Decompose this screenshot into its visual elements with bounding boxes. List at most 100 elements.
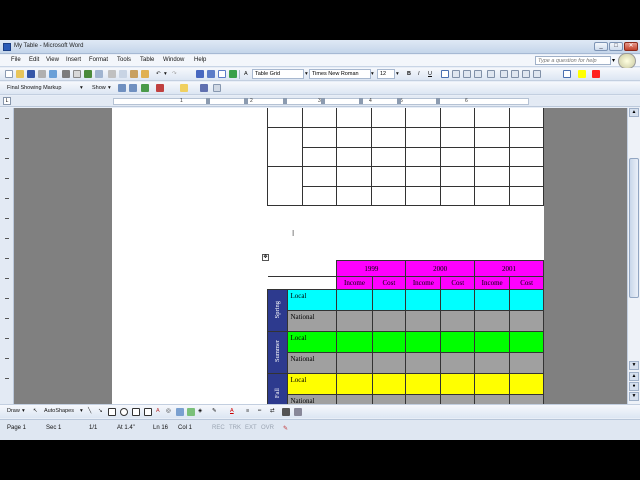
open-folder-icon[interactable]	[16, 70, 24, 78]
permission-icon[interactable]	[38, 70, 46, 78]
value-cell[interactable]	[336, 352, 373, 374]
previous-change-icon[interactable]	[118, 84, 126, 92]
next-change-icon[interactable]	[129, 84, 137, 92]
font-color-icon[interactable]: A	[230, 408, 234, 414]
redo-icon[interactable]: ↷	[172, 71, 177, 77]
value-cell[interactable]	[405, 289, 442, 311]
value-cell[interactable]	[509, 331, 544, 353]
column-marker[interactable]	[244, 98, 248, 104]
previous-page-icon[interactable]: ▲	[629, 372, 639, 381]
new-document-icon[interactable]	[5, 70, 13, 78]
table-cell[interactable]	[508, 166, 544, 187]
table-cell[interactable]	[301, 166, 337, 187]
track-changes-icon[interactable]	[200, 84, 208, 92]
table-cell[interactable]	[370, 166, 406, 187]
value-cell[interactable]	[371, 310, 407, 332]
value-cell[interactable]	[474, 373, 511, 395]
year-header[interactable]: 1999	[336, 260, 407, 277]
insert-hyperlink-icon[interactable]	[196, 70, 204, 78]
status-section[interactable]: Sec 1	[46, 425, 61, 431]
bold-icon[interactable]: B	[407, 71, 411, 77]
3d-style-icon[interactable]	[294, 408, 302, 416]
table-cell[interactable]	[508, 108, 544, 129]
vertical-ruler[interactable]	[0, 108, 14, 404]
value-cell[interactable]	[440, 394, 476, 404]
scroll-down-icon[interactable]: ▼	[629, 361, 639, 370]
show-dropdown-icon[interactable]: ▾	[108, 85, 111, 91]
tab-selector-icon[interactable]: L	[3, 97, 11, 105]
minimize-button[interactable]: _	[594, 42, 608, 51]
value-cell[interactable]	[509, 373, 544, 395]
maximize-button[interactable]: □	[609, 42, 623, 51]
scope-cell[interactable]: National	[286, 394, 338, 404]
table-cell[interactable]	[508, 146, 544, 168]
picture-icon[interactable]	[187, 408, 195, 416]
line-icon[interactable]: ╲	[88, 408, 91, 414]
text-box-icon[interactable]	[132, 408, 140, 416]
display-dropdown-icon[interactable]: ▾	[80, 85, 83, 91]
table-cell[interactable]	[370, 185, 406, 207]
spelling-icon[interactable]	[84, 70, 92, 78]
bullets-icon[interactable]	[511, 70, 519, 78]
subheader-cell[interactable]: Cost	[509, 276, 544, 290]
justify-icon[interactable]	[474, 70, 482, 78]
table-cell[interactable]	[370, 108, 406, 129]
autoshapes-dropdown-icon[interactable]: ▾	[80, 408, 83, 414]
align-center-icon[interactable]	[452, 70, 460, 78]
value-cell[interactable]	[405, 352, 442, 374]
menu-format[interactable]: Format	[89, 57, 108, 63]
menu-insert[interactable]: Insert	[66, 57, 81, 63]
table-cell[interactable]	[474, 185, 510, 207]
menu-help[interactable]: Help	[194, 57, 206, 63]
arrow-icon[interactable]: ↘	[98, 408, 103, 414]
decrease-indent-icon[interactable]	[522, 70, 530, 78]
season-cell-fall[interactable]: Fall	[267, 373, 288, 404]
table-cell[interactable]	[370, 146, 406, 168]
print-preview-icon[interactable]	[73, 70, 81, 78]
format-painter-icon[interactable]	[141, 70, 149, 78]
insert-excel-icon[interactable]	[229, 70, 237, 78]
document-page[interactable]: I ✥ 1999 2000 2001 Income Cost Income Co…	[112, 108, 544, 404]
font-dropdown-icon[interactable]: ▾	[371, 71, 374, 77]
vertical-scrollbar[interactable]: ▲ ▼ ▲ ● ▼	[627, 108, 640, 404]
table-cell[interactable]	[267, 166, 303, 207]
status-line[interactable]: Ln 16	[153, 425, 168, 431]
column-marker[interactable]	[436, 98, 440, 104]
table-cell[interactable]	[508, 127, 544, 148]
table-cell[interactable]	[267, 127, 303, 168]
status-trk[interactable]: TRK	[229, 425, 241, 431]
table-cell[interactable]	[370, 127, 406, 148]
dash-style-icon[interactable]: ┅	[258, 408, 261, 414]
corner-cell[interactable]	[267, 276, 338, 290]
value-cell[interactable]	[474, 289, 511, 311]
table-cell[interactable]	[439, 108, 475, 129]
reviewing-pane-icon[interactable]	[213, 84, 221, 92]
value-cell[interactable]	[336, 373, 373, 395]
table-cell[interactable]	[405, 185, 441, 207]
undo-icon[interactable]: ↶	[156, 71, 161, 77]
help-search-input[interactable]: Type a question for help	[535, 56, 611, 65]
accept-change-icon[interactable]	[141, 84, 149, 92]
increase-indent-icon[interactable]	[533, 70, 541, 78]
value-cell[interactable]	[405, 310, 442, 332]
value-cell[interactable]	[509, 394, 544, 404]
menu-tools[interactable]: Tools	[117, 57, 131, 63]
display-for-review-combo[interactable]: Final Showing Markup	[7, 85, 61, 91]
scroll-thumb[interactable]	[629, 158, 639, 298]
menu-edit[interactable]: Edit	[29, 57, 39, 63]
font-combo[interactable]: Times New Roman	[309, 69, 371, 79]
copy-icon[interactable]	[119, 70, 127, 78]
value-cell[interactable]	[440, 373, 476, 395]
align-right-icon[interactable]	[463, 70, 471, 78]
upper-table[interactable]	[267, 108, 544, 207]
insert-table-icon[interactable]	[218, 70, 226, 78]
border-icon[interactable]	[563, 70, 571, 78]
shadow-style-icon[interactable]	[282, 408, 290, 416]
value-cell[interactable]	[509, 289, 544, 311]
table-cell[interactable]	[301, 146, 337, 168]
value-cell[interactable]	[509, 310, 544, 332]
font-size-dropdown-icon[interactable]: ▾	[396, 71, 399, 77]
clip-art-icon[interactable]	[176, 408, 184, 416]
underline-icon[interactable]: U	[428, 71, 432, 77]
column-marker[interactable]	[397, 98, 401, 104]
